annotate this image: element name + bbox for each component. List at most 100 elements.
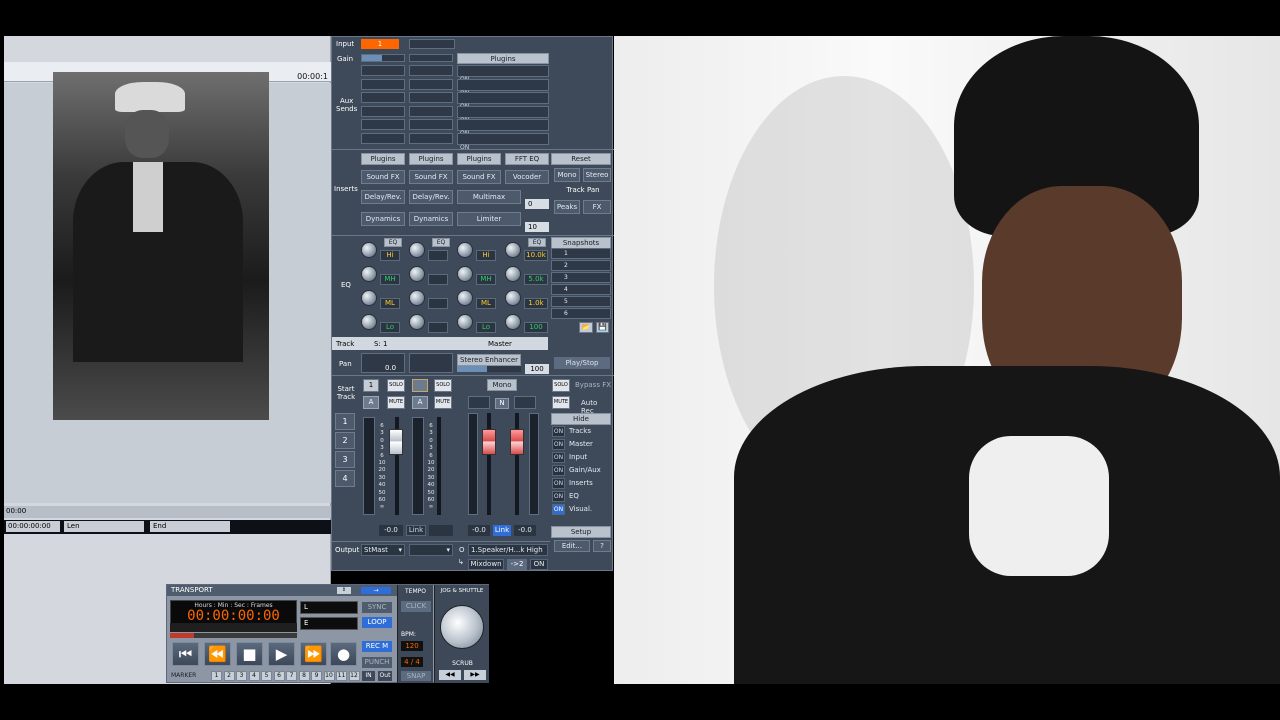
record-icon[interactable]: ●: [330, 642, 357, 666]
rewind-start-icon[interactable]: ⏮: [172, 642, 199, 666]
aux-send-2[interactable]: [409, 105, 453, 117]
vocoder-button[interactable]: Vocoder: [505, 170, 549, 184]
link-button-1[interactable]: Link: [406, 525, 426, 536]
mono-master-button[interactable]: Mono: [487, 379, 517, 391]
master-btn-right[interactable]: [514, 396, 536, 409]
sound-fx-2[interactable]: Sound FX: [409, 170, 453, 184]
aux-send-1[interactable]: [361, 92, 405, 103]
output-selector[interactable]: StMast ▾: [361, 544, 405, 556]
mix-arrow-button[interactable]: ->2: [507, 559, 527, 570]
hide-on-toggle[interactable]: ON: [552, 452, 565, 463]
mix-on-button[interactable]: ON: [530, 559, 548, 570]
aux-send-1[interactable]: [361, 65, 405, 76]
edit-button[interactable]: Edit...: [554, 540, 590, 552]
mixdown-button[interactable]: Mixdown: [468, 559, 504, 570]
fader-handle-1[interactable]: [389, 429, 403, 455]
insert-plugins-3[interactable]: Plugins: [457, 153, 501, 165]
start-track-number[interactable]: 1: [335, 413, 355, 430]
marker-button[interactable]: 5: [261, 671, 272, 681]
snapshot-item[interactable]: 6: [551, 308, 611, 319]
snapshot-item[interactable]: 2: [551, 260, 611, 271]
hide-row[interactable]: ON Master: [552, 439, 612, 450]
marker-button[interactable]: 11: [336, 671, 347, 681]
limiter-button[interactable]: Limiter: [457, 212, 521, 226]
fast-forward-icon[interactable]: ⏩: [300, 642, 327, 666]
plugin-slot[interactable]: ON: [457, 105, 549, 124]
aux-send-2[interactable]: [409, 119, 453, 130]
hide-on-toggle[interactable]: ON: [552, 465, 565, 476]
click-button[interactable]: CLICK: [401, 601, 431, 612]
hide-row[interactable]: ON Input: [552, 452, 612, 463]
len-field[interactable]: Len: [64, 521, 144, 532]
mono-button[interactable]: Mono: [554, 168, 580, 182]
input-dropdown-2[interactable]: [409, 39, 455, 49]
insert-value-0[interactable]: 0: [525, 199, 549, 209]
hide-on-toggle[interactable]: ON: [552, 426, 565, 437]
plugins-header-button[interactable]: Plugins: [457, 53, 549, 64]
aux-send-2[interactable]: [409, 65, 453, 76]
jog-wheel[interactable]: [440, 605, 484, 649]
gain-slider-1[interactable]: [361, 54, 405, 62]
punch-button[interactable]: PUNCH: [362, 657, 392, 668]
eq-knob-col2[interactable]: [409, 242, 425, 258]
marker-button[interactable]: 7: [286, 671, 297, 681]
stereo-enhancer-slider[interactable]: [457, 366, 521, 372]
marker-button[interactable]: 4: [248, 671, 260, 681]
eq-knob-col3[interactable]: [457, 266, 473, 282]
rewind-icon[interactable]: ⏪: [204, 642, 231, 666]
play-icon[interactable]: ▶: [268, 642, 295, 666]
color-swatch[interactable]: [412, 379, 428, 392]
loop-button[interactable]: LOOP: [362, 617, 392, 628]
hide-on-toggle[interactable]: ON: [552, 491, 565, 502]
marker-button[interactable]: 6: [273, 671, 285, 681]
start-track-number[interactable]: 4: [335, 470, 355, 487]
scrub-left-button[interactable]: ◀◀: [439, 670, 461, 680]
a-button-1[interactable]: A: [363, 396, 379, 409]
eq-knob-col3[interactable]: [457, 242, 473, 258]
bpm-value[interactable]: 120: [401, 641, 423, 651]
a-button-2[interactable]: A: [412, 396, 428, 409]
end-field[interactable]: End: [150, 521, 230, 532]
eq-knob-col1[interactable]: [361, 314, 377, 330]
track-one-button[interactable]: 1: [363, 379, 379, 392]
marker-button[interactable]: 9: [311, 671, 322, 681]
hide-on-toggle[interactable]: ON: [552, 439, 565, 450]
stereo-enhancer-button[interactable]: Stereo Enhancer: [457, 354, 521, 366]
stop-icon[interactable]: ■: [236, 642, 263, 666]
eq-button-1[interactable]: EQ: [384, 238, 402, 247]
gain-slider-2[interactable]: [409, 54, 453, 62]
sound-fx-3[interactable]: Sound FX: [457, 170, 501, 184]
snapshot-item[interactable]: 4: [551, 284, 611, 295]
hide-row[interactable]: ON EQ: [552, 491, 612, 502]
marker-button[interactable]: 12: [348, 671, 360, 681]
eq-knob-col4[interactable]: [505, 266, 521, 282]
mute-button-2[interactable]: MUTE: [434, 396, 452, 409]
hide-row[interactable]: ON Tracks: [552, 426, 612, 437]
transport-pin-button[interactable]: ⇕: [337, 587, 351, 594]
mute-master-button[interactable]: MUTE: [552, 396, 570, 409]
aux-send-2[interactable]: [409, 92, 453, 103]
insert-plugins-1[interactable]: Plugins: [361, 153, 405, 165]
output-device-selector[interactable]: 1.Speaker/H...k High: [468, 544, 548, 556]
eq-knob-col1[interactable]: [361, 242, 377, 258]
plugin-slot[interactable]: ON: [457, 65, 549, 83]
help-button[interactable]: ?: [593, 540, 611, 552]
insert-plugins-2[interactable]: Plugins: [409, 153, 453, 165]
start-track-number[interactable]: 3: [335, 451, 355, 468]
transport-expand-button[interactable]: →: [361, 587, 391, 594]
dynamics-2[interactable]: Dynamics: [409, 212, 453, 226]
stereo-button[interactable]: Stereo: [583, 168, 611, 182]
marker-button[interactable]: 2: [223, 671, 235, 681]
eq-knob-col3[interactable]: [457, 290, 473, 306]
aux-send-1[interactable]: [361, 132, 405, 144]
eq-knob-col2[interactable]: [409, 266, 425, 282]
eq-knob-col1[interactable]: [361, 266, 377, 282]
snapshot-item[interactable]: 5: [551, 296, 611, 307]
input-selector[interactable]: 1: [361, 39, 399, 49]
e-field[interactable]: E: [300, 617, 358, 630]
dynamics-1[interactable]: Dynamics: [361, 212, 405, 226]
solo-master-button[interactable]: SOLO: [552, 379, 570, 392]
marker-button[interactable]: 8: [298, 671, 310, 681]
marker-out-button[interactable]: Out: [378, 671, 392, 681]
rec-m-button[interactable]: REC M: [362, 641, 392, 652]
